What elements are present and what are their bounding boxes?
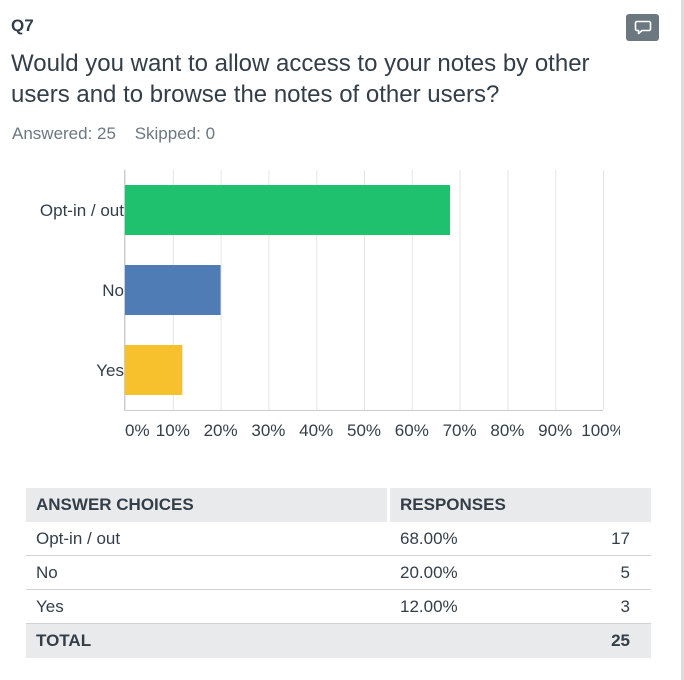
category-label: Yes [96, 361, 124, 380]
x-tick-label: 100% [581, 421, 620, 440]
bar-chart: Opt-in / out No Yes 0% 10% 20% 30% 40% 50% 60% 70%… [40, 170, 620, 440]
row-choice: No [36, 563, 58, 582]
x-tick-label: 90% [538, 421, 572, 440]
table-row: No 20.00% 5 [26, 556, 651, 590]
x-tick-label: 50% [347, 421, 381, 440]
category-label: No [102, 281, 124, 300]
total-label: TOTAL [36, 631, 92, 650]
bar [125, 345, 183, 395]
x-tick-label: 30% [251, 421, 285, 440]
chart-bars [125, 185, 451, 395]
total-value: 25 [611, 631, 630, 650]
x-tick-label: 20% [204, 421, 238, 440]
x-tick-label: 10% [156, 421, 190, 440]
table-row: Yes 12.00% 3 [26, 590, 651, 624]
x-tick-label: 70% [443, 421, 477, 440]
comment-button[interactable] [626, 14, 659, 41]
category-label: Opt-in / out [40, 201, 124, 220]
comment-icon [634, 20, 651, 34]
row-count: 5 [620, 563, 630, 582]
table-row: Opt-in / out 68.00% 17 [26, 522, 651, 556]
question-number: Q7 [11, 16, 34, 35]
row-choice: Opt-in / out [36, 529, 121, 548]
table-total-row: TOTAL 25 [26, 624, 651, 658]
x-tick-label: 40% [299, 421, 333, 440]
header-separator [387, 488, 390, 522]
bar [125, 265, 221, 315]
row-count: 3 [620, 597, 630, 616]
response-stats: Answered: 25 Skipped: 0 [12, 124, 229, 144]
row-choice: Yes [36, 597, 64, 616]
x-tick-label: 60% [395, 421, 429, 440]
header-responses: RESPONSES [400, 495, 506, 514]
x-tick-label: 80% [490, 421, 524, 440]
row-percent: 68.00% [400, 529, 458, 548]
header-answer-choices: ANSWER CHOICES [36, 495, 194, 514]
question-title: Would you want to allow access to your n… [11, 50, 590, 108]
results-table: ANSWER CHOICES RESPONSES Opt-in / out 68… [26, 488, 651, 658]
row-count: 17 [611, 529, 630, 548]
row-percent: 20.00% [400, 563, 458, 582]
x-tick-label: 0% [125, 421, 150, 440]
bar [125, 185, 451, 235]
row-percent: 12.00% [400, 597, 458, 616]
table-header-row: ANSWER CHOICES RESPONSES [26, 488, 651, 522]
skipped-count: Skipped: 0 [134, 124, 216, 143]
answered-count: Answered: 25 [12, 124, 116, 143]
